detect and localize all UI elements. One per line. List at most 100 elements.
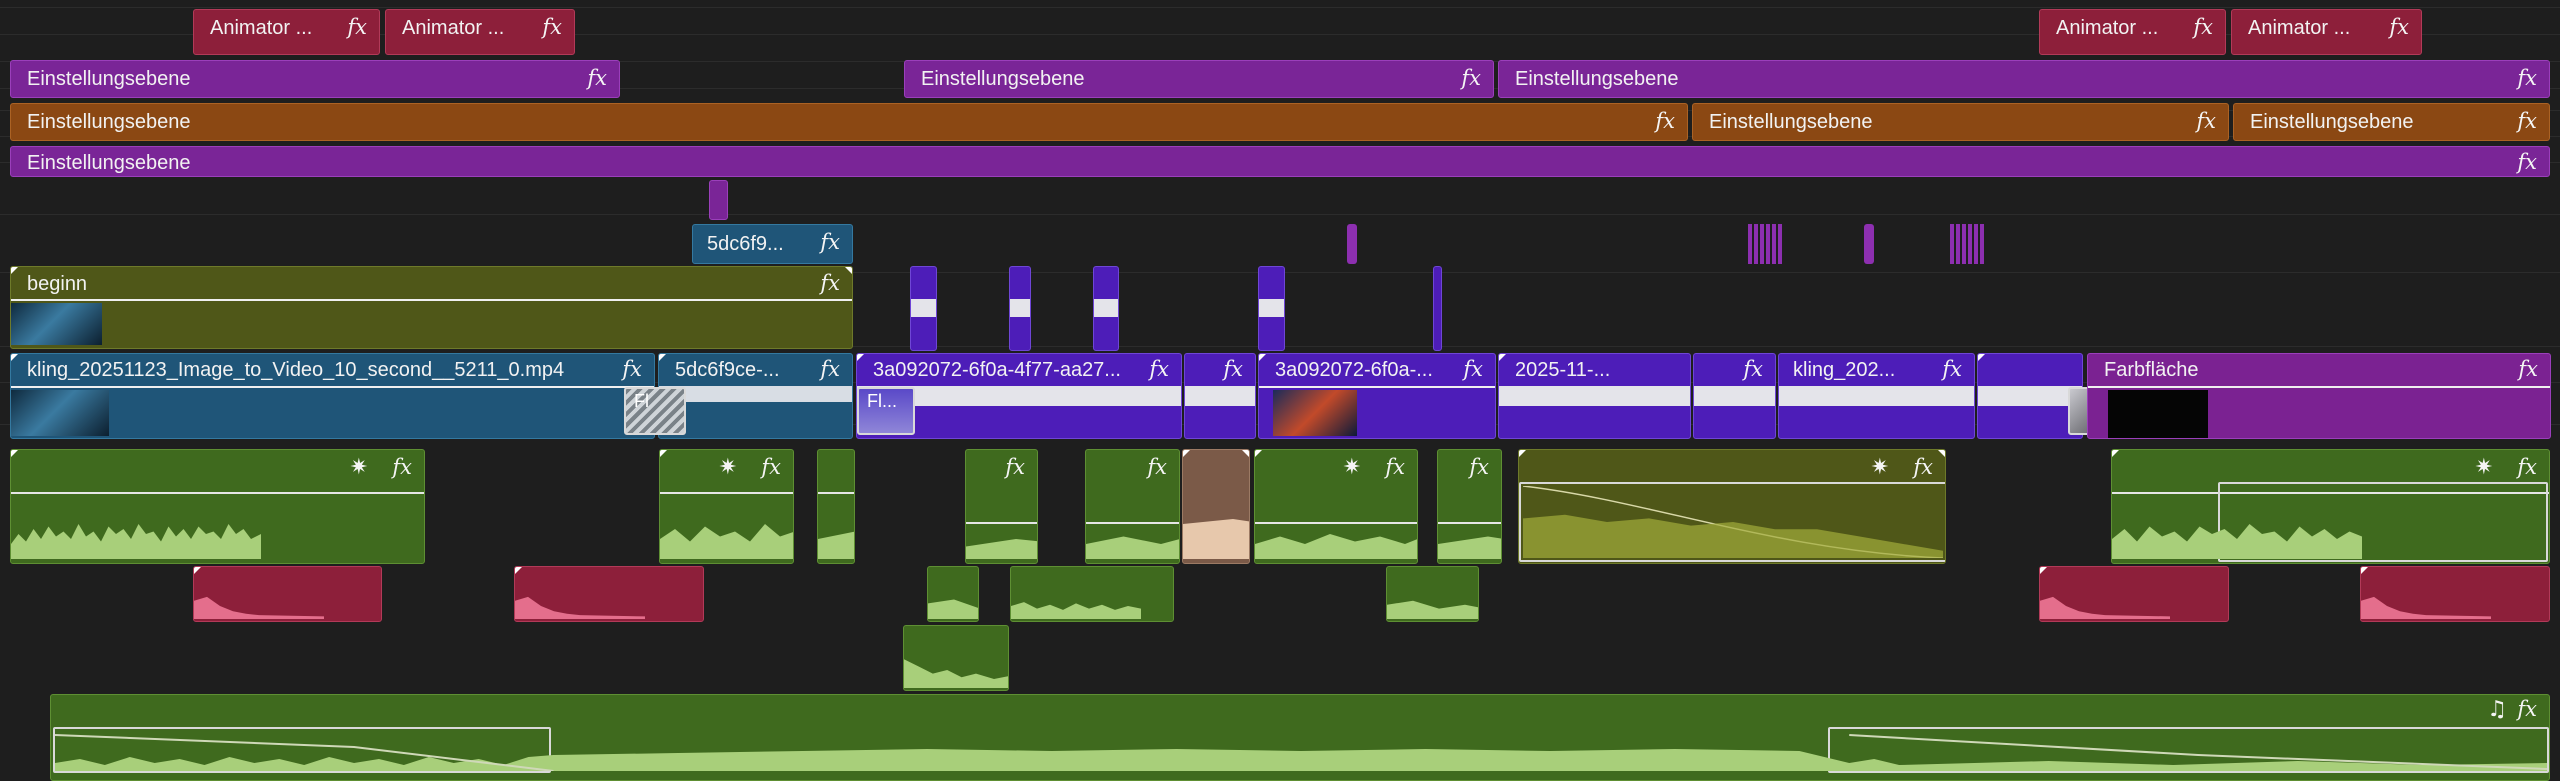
- fx-badge[interactable]: fx: [2389, 15, 2409, 39]
- fx-badge[interactable]: fx: [542, 15, 562, 39]
- video-clip[interactable]: fx: [1693, 353, 1776, 439]
- audio-clip[interactable]: fx: [1085, 449, 1180, 564]
- short-video-clip[interactable]: [1433, 266, 1442, 351]
- transition-block[interactable]: Fl: [624, 387, 686, 435]
- fx-badge[interactable]: fx: [1942, 357, 1962, 381]
- audio-clip[interactable]: [817, 449, 855, 564]
- fx-badge[interactable]: fx: [347, 15, 367, 39]
- animator-clip[interactable]: Animator ... fx: [2231, 9, 2422, 55]
- short-video-clip[interactable]: [1258, 266, 1285, 351]
- clip-end-handle[interactable]: [1242, 450, 1249, 457]
- short-clip[interactable]: [1974, 224, 1978, 264]
- fx-badge[interactable]: fx: [1005, 455, 1025, 479]
- fx-badge[interactable]: fx: [1385, 455, 1405, 479]
- clip-start-handle[interactable]: [194, 567, 201, 574]
- color-matte-clip[interactable]: Farbfläche fx: [2087, 353, 2551, 439]
- clip-start-handle[interactable]: [11, 354, 18, 361]
- fx-badge[interactable]: fx: [1463, 357, 1483, 381]
- fx-badge[interactable]: fx: [820, 271, 840, 295]
- short-clip[interactable]: [1748, 224, 1752, 264]
- clip-end-handle[interactable]: [845, 267, 852, 274]
- fx-badge[interactable]: fx: [2517, 109, 2537, 133]
- short-video-clip[interactable]: [1093, 266, 1119, 351]
- clip-start-handle[interactable]: [1978, 354, 1985, 361]
- fx-badge[interactable]: fx: [1147, 455, 1167, 479]
- short-clip[interactable]: [1766, 224, 1770, 264]
- fx-badge[interactable]: fx: [622, 357, 642, 381]
- short-clip[interactable]: [1962, 224, 1966, 264]
- fx-badge[interactable]: fx: [761, 455, 781, 479]
- video-clip-beginn[interactable]: beginn fx: [10, 266, 853, 349]
- video-clip-5dc6f9ce[interactable]: 5dc6f9ce-... fx: [658, 353, 853, 439]
- short-clip[interactable]: [1754, 224, 1758, 264]
- clip-start-handle[interactable]: [1259, 354, 1266, 361]
- fx-badge[interactable]: fx: [1743, 357, 1763, 381]
- fx-badge[interactable]: fx: [1461, 66, 1481, 90]
- short-clip[interactable]: [1950, 224, 1954, 264]
- fx-badge[interactable]: fx: [820, 357, 840, 381]
- adjustment-layer-clip[interactable]: Einstellungsebene fx: [10, 60, 620, 98]
- video-clip-3a092072-b[interactable]: 3a092072-6f0a-... fx: [1258, 353, 1496, 439]
- short-video-clip[interactable]: [1009, 266, 1031, 351]
- clip-start-handle[interactable]: [1499, 354, 1506, 361]
- audio-clip[interactable]: ✷ fx: [1254, 449, 1418, 564]
- audio-clip-sfx[interactable]: [2039, 566, 2229, 622]
- clip-start-handle[interactable]: [11, 450, 18, 457]
- clip-end-handle[interactable]: [1938, 450, 1945, 457]
- fx-badge[interactable]: fx: [392, 455, 412, 479]
- adjustment-layer-clip[interactable]: Einstellungsebene fx: [10, 103, 1688, 141]
- short-clip[interactable]: [1772, 224, 1776, 264]
- fx-badge[interactable]: fx: [2193, 15, 2213, 39]
- fx-badge[interactable]: fx: [587, 66, 607, 90]
- audio-clip[interactable]: ✷ fx: [2111, 449, 2550, 564]
- animator-clip[interactable]: Animator ... fx: [385, 9, 575, 55]
- audio-clip-sfx[interactable]: [2360, 566, 2550, 622]
- clip-start-handle[interactable]: [1519, 450, 1526, 457]
- short-clip[interactable]: [1778, 224, 1782, 264]
- short-clip[interactable]: [1956, 224, 1960, 264]
- clip-start-handle[interactable]: [660, 450, 667, 457]
- effect-star-icon[interactable]: ✷: [1871, 454, 1889, 480]
- short-clip[interactable]: [1347, 224, 1357, 264]
- fx-badge[interactable]: fx: [1223, 357, 1243, 381]
- video-clip-2025[interactable]: 2025-11-...: [1498, 353, 1691, 439]
- adjustment-layer-clip[interactable]: Einstellungsebene fx: [904, 60, 1494, 98]
- fx-badge[interactable]: fx: [1655, 109, 1675, 133]
- audio-clip[interactable]: [903, 625, 1009, 691]
- fx-badge[interactable]: fx: [2518, 357, 2538, 381]
- fx-badge[interactable]: fx: [2517, 150, 2537, 174]
- adjustment-layer-clip[interactable]: Einstellungsebene fx: [1498, 60, 2550, 98]
- audio-clip[interactable]: [1386, 566, 1479, 622]
- short-clip[interactable]: [1968, 224, 1972, 264]
- clip-start-handle[interactable]: [2112, 450, 2119, 457]
- audio-clip[interactable]: [1010, 566, 1174, 622]
- adjustment-layer-clip[interactable]: Einstellungsebene fx: [2233, 103, 2550, 141]
- clip-start-handle[interactable]: [1255, 450, 1262, 457]
- short-video-clip[interactable]: [910, 266, 937, 351]
- clip-start-handle[interactable]: [11, 267, 18, 274]
- volume-keyframe-curve[interactable]: [1523, 486, 1943, 558]
- clip-start-handle[interactable]: [659, 354, 666, 361]
- fx-badge[interactable]: fx: [1149, 357, 1169, 381]
- effect-star-icon[interactable]: ✷: [350, 454, 368, 480]
- timeline-panel[interactable]: Animator ... fx Animator ... fx Animator…: [0, 0, 2560, 781]
- audio-clip-sfx[interactable]: [514, 566, 704, 622]
- fx-badge[interactable]: fx: [1913, 455, 1933, 479]
- fx-badge[interactable]: fx: [2196, 109, 2216, 133]
- video-clip-kling[interactable]: kling_20251123_Image_to_Video_10_second_…: [10, 353, 655, 439]
- clip-start-handle[interactable]: [857, 354, 864, 361]
- effect-star-icon[interactable]: ✷: [1343, 454, 1361, 480]
- effect-star-icon[interactable]: ✷: [719, 454, 737, 480]
- audio-clip-faded[interactable]: ✷ fx: [1518, 449, 1946, 564]
- fx-badge[interactable]: fx: [820, 230, 840, 254]
- clip-start-handle[interactable]: [2040, 567, 2047, 574]
- fx-badge[interactable]: fx: [2517, 66, 2537, 90]
- animator-clip[interactable]: Animator ... fx: [193, 9, 380, 55]
- adjustment-layer-clip[interactable]: Einstellungsebene fx: [1692, 103, 2229, 141]
- clip-start-handle[interactable]: [1183, 450, 1190, 457]
- audio-clip[interactable]: fx: [965, 449, 1038, 564]
- adjustment-layer-clip[interactable]: Einstellungsebene fx: [10, 146, 2550, 177]
- video-clip[interactable]: 5dc6f9... fx: [692, 224, 853, 264]
- short-clip[interactable]: [1864, 224, 1874, 264]
- short-clip[interactable]: [1760, 224, 1764, 264]
